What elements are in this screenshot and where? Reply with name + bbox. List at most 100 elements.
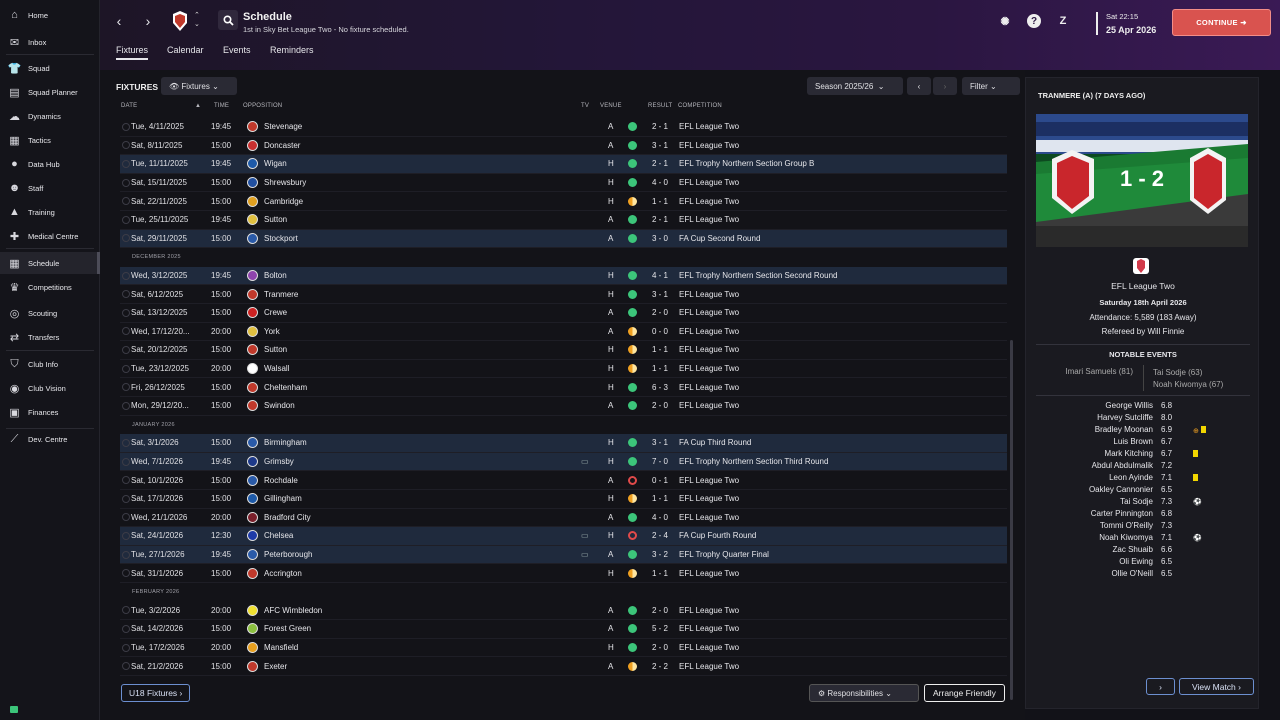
opponent-crest-icon[interactable] [247, 177, 258, 189]
zeitgeist-icon[interactable]: Z [1056, 14, 1070, 28]
select-radio[interactable] [122, 122, 130, 131]
opponent-crest-icon[interactable] [247, 660, 258, 672]
fixture-opponent[interactable]: Chelsea [264, 531, 293, 540]
fixture-competition[interactable]: EFL Trophy Quarter Final [679, 550, 769, 559]
fixture-result[interactable]: 6 - 3 [652, 383, 668, 392]
fixture-row[interactable]: Wed, 7/1/2026 19:45 Grimsby ▭ H 7 - 0 EFL Trop… [120, 452, 1007, 472]
player-rating-row[interactable]: Tai Sodje 7.3 ⚽ [1026, 497, 1260, 509]
col-venue[interactable]: VENUE [600, 103, 622, 109]
sidebar-item-club-info[interactable]: ⛉ Club Info [0, 353, 100, 375]
sidebar-item-squad[interactable]: 👕 Squad [0, 57, 100, 79]
select-radio[interactable] [122, 457, 130, 466]
player-rating-row[interactable]: Harvey Sutcliffe 8.0 [1026, 413, 1260, 425]
opponent-crest-icon[interactable] [247, 642, 258, 654]
fixture-competition[interactable]: EFL League Two [679, 122, 739, 131]
arrange-friendly-button[interactable]: Arrange Friendly [924, 684, 1005, 702]
fixture-opponent[interactable]: Swindon [264, 401, 295, 410]
fixture-opponent[interactable]: Cheltenham [264, 383, 307, 392]
opponent-crest-icon[interactable] [247, 363, 258, 375]
select-radio[interactable] [122, 606, 130, 615]
opponent-crest-icon[interactable] [247, 604, 258, 616]
fixture-result[interactable]: 2 - 1 [652, 159, 668, 168]
player-rating-row[interactable]: Tommi O'Reilly 7.3 [1026, 521, 1260, 533]
fixture-competition[interactable]: EFL League Two [679, 178, 739, 187]
fixture-competition[interactable]: EFL League Two [679, 662, 739, 671]
fixture-row[interactable]: Sat, 22/11/2025 15:00 Cambridge H 1 - 1 EFL L… [120, 192, 1007, 211]
fixture-row[interactable]: Sat, 31/1/2026 15:00 Accrington H 1 - 1 EFL L… [120, 564, 1007, 583]
select-radio[interactable] [122, 476, 130, 485]
fixture-row[interactable]: Mon, 29/12/20... 15:00 Swindon A 2 - 0 EFL Le… [120, 397, 1007, 416]
opponent-crest-icon[interactable] [247, 307, 258, 319]
fixture-opponent[interactable]: Gillingham [264, 494, 302, 503]
fixture-opponent[interactable]: Birmingham [264, 438, 307, 447]
club-crest-icon[interactable] [172, 11, 188, 31]
fixture-competition[interactable]: EFL Trophy Northern Section Third Round [679, 457, 828, 466]
fixture-result[interactable]: 3 - 1 [652, 141, 668, 150]
sidebar-item-finances[interactable]: ▣ Finances [0, 401, 100, 423]
fixture-opponent[interactable]: Shrewsbury [264, 178, 306, 187]
fixture-opponent[interactable]: Stockport [264, 234, 298, 243]
u18-fixtures-button[interactable]: U18 Fixtures › [121, 684, 191, 702]
fixture-row[interactable]: Sat, 15/11/2025 15:00 Shrewsbury H 4 - 0 EFL … [120, 174, 1007, 193]
fixture-competition[interactable]: FA Cup Second Round [679, 234, 760, 243]
fixture-competition[interactable]: FA Cup Third Round [679, 438, 751, 447]
fixture-competition[interactable]: EFL League Two [679, 308, 739, 317]
view-match-button[interactable]: View Match › [1179, 678, 1254, 695]
select-radio[interactable] [122, 159, 130, 168]
select-radio[interactable] [122, 290, 130, 299]
sidebar-item-tactics[interactable]: ▦ Tactics [0, 129, 100, 151]
opponent-crest-icon[interactable] [247, 456, 258, 468]
fixture-row[interactable]: Wed, 17/12/20... 20:00 York A 0 - 0 EFL Leagu… [120, 323, 1007, 342]
fixture-row[interactable]: Tue, 17/2/2026 20:00 Mansfield H 2 - 0 EFL Le… [120, 639, 1007, 658]
fixture-opponent[interactable]: Mansfield [264, 643, 298, 652]
fixture-result[interactable]: 1 - 1 [652, 345, 668, 354]
select-radio[interactable] [122, 531, 130, 540]
fixture-competition[interactable]: EFL League Two [679, 197, 739, 206]
fixture-result[interactable]: 5 - 2 [652, 624, 668, 633]
responsibilities-button[interactable]: ⚙ Responsibilities ⌄ [809, 684, 919, 702]
fixture-row[interactable]: Wed, 21/1/2026 20:00 Bradford City A 4 - 0 EF… [120, 509, 1007, 528]
fixture-row[interactable]: Tue, 4/11/2025 19:45 Stevenage A 2 - 1 EFL Le… [120, 118, 1007, 137]
fixture-result[interactable]: 2 - 1 [652, 122, 668, 131]
fixture-competition[interactable]: EFL League Two [679, 215, 739, 224]
fixture-row[interactable]: Sat, 14/2/2026 15:00 Forest Green A 5 - 2 EFL… [120, 620, 1007, 639]
fixture-competition[interactable]: EFL League Two [679, 513, 739, 522]
fixture-competition[interactable]: EFL League Two [679, 606, 739, 615]
fixture-result[interactable]: 1 - 1 [652, 197, 668, 206]
select-radio[interactable] [122, 513, 130, 522]
fixture-row[interactable]: Sat, 17/1/2026 15:00 Gillingham H 1 - 1 EFL L… [120, 490, 1007, 509]
select-radio[interactable] [122, 494, 130, 503]
fixture-competition[interactable]: FA Cup Fourth Round [679, 531, 756, 540]
fixture-row[interactable]: Fri, 26/12/2025 15:00 Cheltenham H 6 - 3 EFL … [120, 378, 1007, 397]
fixture-competition[interactable]: EFL League Two [679, 345, 739, 354]
fixture-row[interactable]: Sat, 8/11/2025 15:00 Doncaster A 3 - 1 EFL Le… [120, 137, 1007, 156]
fixture-opponent[interactable]: Exeter [264, 662, 287, 671]
player-rating-row[interactable]: Luis Brown 6.7 [1026, 437, 1260, 449]
fixture-row[interactable]: Tue, 11/11/2025 19:45 Wigan H 2 - 1 EFL Troph… [120, 155, 1007, 174]
fixture-result[interactable]: 1 - 1 [652, 494, 668, 503]
sidebar-item-home[interactable]: ⌂ Home [0, 4, 100, 26]
opponent-crest-icon[interactable] [247, 158, 258, 170]
fixture-row[interactable]: Tue, 27/1/2026 19:45 Peterborough ▭ A 3 - 2 EF… [120, 545, 1007, 565]
sidebar-item-inbox[interactable]: ✉ Inbox [0, 31, 100, 53]
select-radio[interactable] [122, 234, 130, 243]
opponent-crest-icon[interactable] [247, 400, 258, 412]
match-image[interactable]: 1 - 2 [1036, 114, 1248, 247]
sidebar-item-squad-planner[interactable]: ▤ Squad Planner [0, 81, 100, 103]
select-radio[interactable] [122, 215, 130, 224]
tab-calendar[interactable]: Calendar [167, 45, 204, 55]
fixture-opponent[interactable]: Sutton [264, 215, 287, 224]
fixture-row[interactable]: Sat, 20/12/2025 15:00 Sutton H 1 - 1 EFL Leag… [120, 341, 1007, 360]
fixture-opponent[interactable]: Sutton [264, 345, 287, 354]
sidebar-item-medical-centre[interactable]: ✚ Medical Centre [0, 225, 100, 247]
select-radio[interactable] [122, 178, 130, 187]
fixture-result[interactable]: 2 - 1 [652, 215, 668, 224]
opponent-crest-icon[interactable] [247, 437, 258, 449]
col-time[interactable]: TIME [214, 103, 229, 109]
fixture-opponent[interactable]: Bolton [264, 271, 287, 280]
fixture-result[interactable]: 3 - 2 [652, 550, 668, 559]
opponent-crest-icon[interactable] [247, 214, 258, 226]
next-season-button[interactable]: › [933, 77, 957, 95]
select-radio[interactable] [122, 550, 130, 559]
select-radio[interactable] [122, 308, 130, 317]
